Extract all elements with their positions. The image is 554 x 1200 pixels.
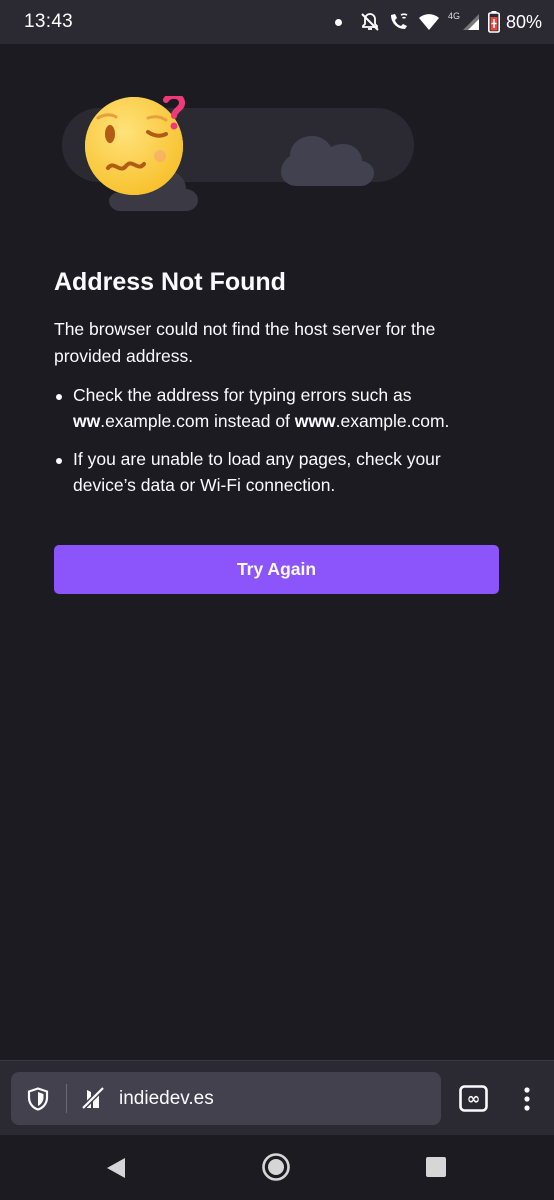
notification-dot-icon [334, 18, 342, 26]
bullet-text: .example.com. [335, 410, 450, 431]
status-bar: 13:43 4G 80% [0, 0, 554, 44]
error-page: Address Not Found The browser could not … [0, 44, 554, 1060]
shield-icon[interactable] [27, 1087, 49, 1116]
bell-off-icon [360, 12, 380, 32]
bullet-text: .example.com instead of [100, 410, 295, 431]
bullet-text: Check the address for typing errors such… [73, 385, 412, 405]
bold-text: www [294, 410, 336, 431]
list-item: If you are unable to load any pages, che… [54, 447, 494, 498]
browser-toolbar: indiedev.es ∞ [0, 1060, 554, 1135]
suggestion-list: Check the address for typing errors such… [54, 383, 494, 511]
tabs-count-glyph: ∞ [467, 1089, 480, 1108]
wifi-icon [418, 13, 440, 31]
confused-face-illustration [60, 92, 420, 246]
url-text[interactable]: indiedev.es [119, 1088, 214, 1110]
back-icon[interactable] [105, 1157, 127, 1184]
cell-signal-icon [462, 13, 480, 31]
status-time: 13:43 [24, 11, 74, 32]
wifi-call-icon [388, 12, 410, 32]
error-description: The browser could not find the host serv… [54, 319, 436, 366]
list-item: Check the address for typing errors such… [54, 383, 494, 434]
battery-icon [487, 11, 500, 33]
system-navigation-bar [0, 1135, 554, 1200]
page-title: Address Not Found [54, 268, 286, 296]
recent-apps-icon[interactable] [426, 1157, 446, 1182]
bold-text: ww [73, 410, 101, 431]
home-icon[interactable] [261, 1152, 291, 1187]
battery-percent: 80% [505, 11, 542, 32]
address-bar[interactable]: indiedev.es [11, 1072, 441, 1125]
kebab-menu-icon[interactable] [522, 1086, 532, 1117]
bullet-text: If you are unable to load any pages, che… [73, 449, 441, 495]
tracking-protection-off-icon[interactable] [81, 1086, 105, 1115]
private-tabs-button[interactable]: ∞ [459, 1085, 488, 1117]
try-again-button[interactable]: Try Again [54, 545, 499, 594]
status-icons: 4G 80% [334, 11, 542, 33]
divider [66, 1084, 67, 1113]
network-type: 4G [447, 11, 460, 21]
